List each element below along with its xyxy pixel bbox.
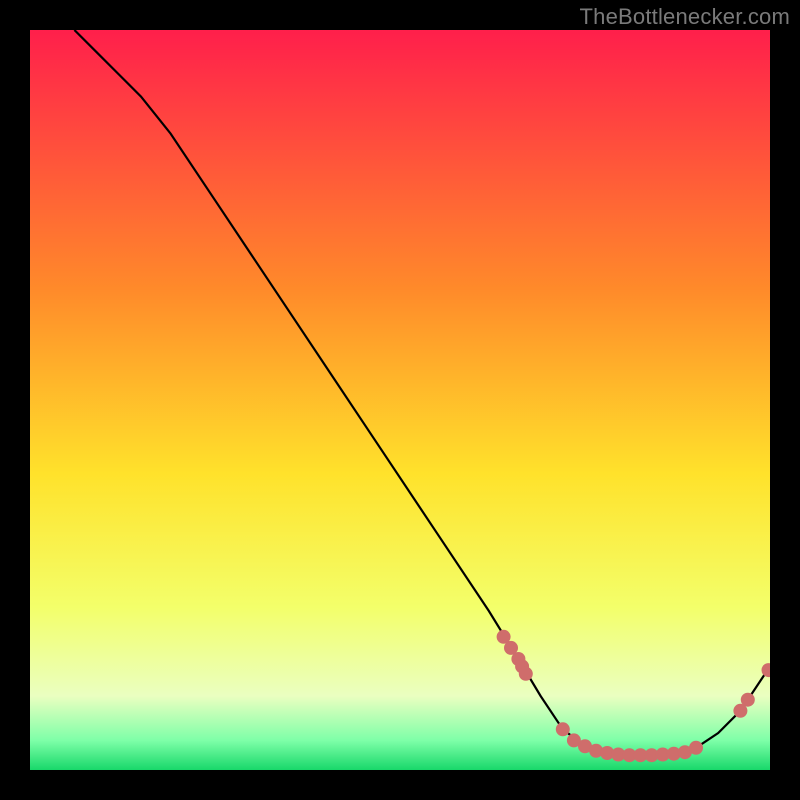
data-marker <box>741 693 755 707</box>
data-marker <box>689 741 703 755</box>
chart-root: TheBottlenecker.com <box>0 0 800 800</box>
attribution-text: TheBottlenecker.com <box>580 4 790 30</box>
gradient-fill <box>30 30 770 770</box>
plot-area <box>30 30 770 770</box>
data-marker <box>556 722 570 736</box>
chart-svg <box>30 30 770 770</box>
data-marker <box>519 667 533 681</box>
